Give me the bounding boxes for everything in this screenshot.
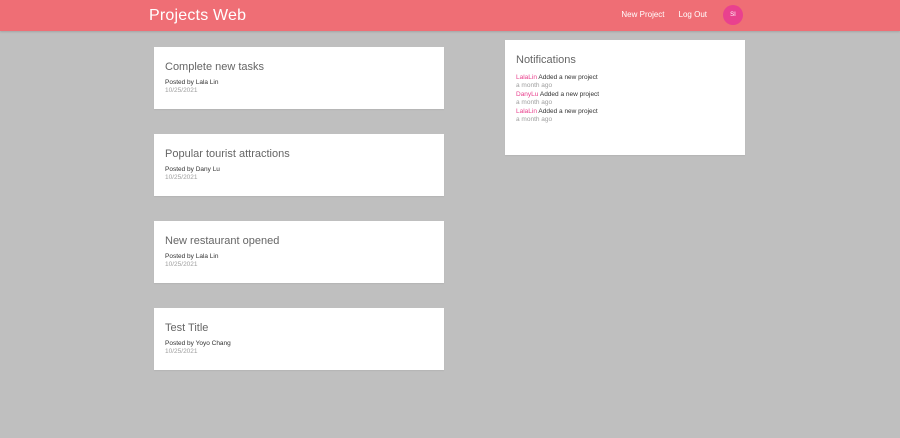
notification-user: LalaLin [516,108,537,115]
project-card[interactable]: New restaurant opened Posted by Lala Lin… [154,221,444,283]
project-title: Test Title [165,322,209,334]
new-project-link[interactable]: New Project [621,5,664,25]
project-author: Posted by Dany Lu [165,166,220,173]
top-navbar: Projects Web New Project Log Out SI [0,0,900,31]
project-date: 10/25/2021 [165,87,198,94]
project-card[interactable]: Complete new tasks Posted by Lala Lin 10… [154,47,444,109]
notification-user: LalaLin [516,74,537,81]
notification-user: DanyLu [516,91,539,98]
project-author: Posted by Lala Lin [165,79,219,86]
project-card[interactable]: Popular tourist attractions Posted by Da… [154,134,444,196]
project-author: Posted by Yoyo Chang [165,340,231,347]
notification-text: LalaLin Added a new project [516,74,734,82]
project-title: Complete new tasks [165,61,265,73]
notification-item: DanyLu Added a new project a month ago [516,91,734,107]
notification-item: LalaLin Added a new project a month ago [516,108,734,124]
project-title: New restaurant opened [165,235,280,247]
project-date: 10/25/2021 [165,348,198,355]
project-date: 10/25/2021 [165,174,198,181]
user-avatar[interactable]: SI [723,5,743,25]
log-out-link[interactable]: Log Out [679,5,707,25]
notifications-panel: Notifications LalaLin Added a new projec… [505,40,745,155]
notification-action: Added a new project [536,108,598,115]
brand-logo[interactable]: Projects Web [149,6,246,25]
notification-time: a month ago [516,82,553,89]
project-date: 10/25/2021 [165,261,198,268]
notifications-title: Notifications [516,54,576,66]
notification-time: a month ago [516,99,553,106]
project-card[interactable]: Test Title Posted by Yoyo Chang 10/25/20… [154,308,444,370]
notification-time: a month ago [516,116,553,123]
notification-text: DanyLu Added a new project [516,91,734,99]
notification-action: Added a new project [536,74,598,81]
notification-item: LalaLin Added a new project a month ago [516,74,734,90]
project-title: Popular tourist attractions [165,148,290,160]
project-author: Posted by Lala Lin [165,253,219,260]
nav-links: New Project Log Out SI [621,5,743,25]
notification-action: Added a new project [538,91,600,98]
notification-text: LalaLin Added a new project [516,108,734,116]
